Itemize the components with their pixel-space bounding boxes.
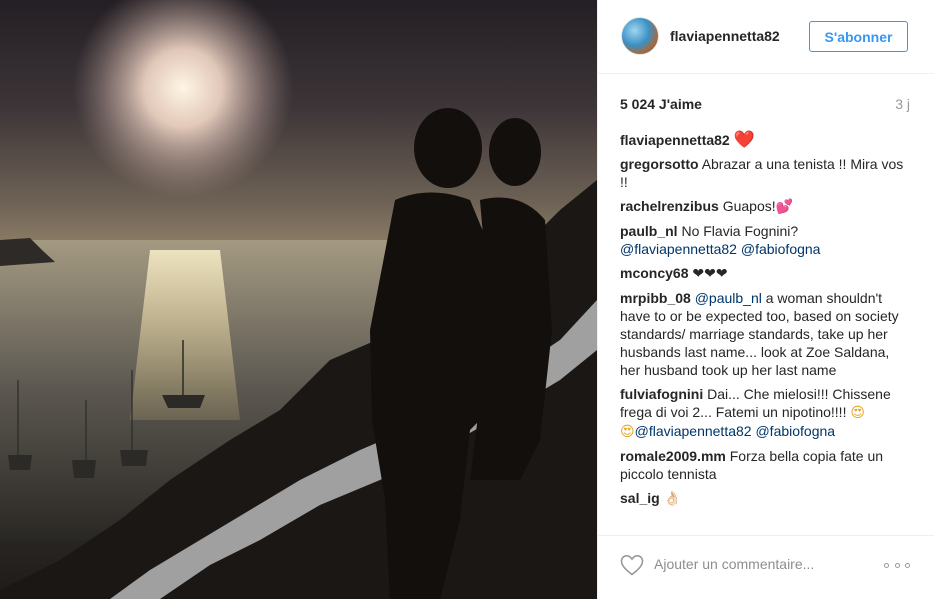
likes-row: 5 024 J'aime 3 j: [620, 96, 910, 114]
dot: [905, 562, 910, 568]
comment-user[interactable]: mconcy68: [620, 265, 688, 281]
heart-eyes-emoji: 😍: [850, 405, 865, 421]
hearts-emoji: ❤❤❤: [692, 266, 728, 282]
comment-item: flaviapennetta82 ❤️: [620, 131, 912, 149]
comment-mention[interactable]: @flaviapennetta82: [620, 241, 737, 257]
comment-text: No Flavia Fognini?: [681, 223, 799, 239]
comments-list: flaviapennetta82 ❤️ gregorsotto Abrazar …: [620, 131, 912, 514]
comment-user[interactable]: gregorsotto: [620, 156, 699, 172]
two-hearts-emoji: 💕: [775, 199, 794, 215]
comment-user[interactable]: paulb_nl: [620, 223, 678, 239]
comment-mention[interactable]: @fabiofogna: [741, 241, 821, 257]
comment-item: mrpibb_08 @paulb_nl a woman shouldn't ha…: [620, 289, 912, 379]
comment-user[interactable]: flaviapennetta82: [620, 132, 730, 148]
likes-count[interactable]: 5 024 J'aime: [620, 96, 702, 112]
photo-scene: [0, 0, 597, 599]
post-photo[interactable]: [0, 0, 597, 599]
dot: [894, 562, 900, 568]
dot: [884, 562, 889, 568]
comment-user[interactable]: sal_ig: [620, 490, 660, 506]
sun: [73, 0, 293, 198]
comment-item: gregorsotto Abrazar a una tenista !! Mir…: [620, 155, 912, 191]
comment-user[interactable]: romale2009.mm: [620, 448, 726, 464]
follow-button[interactable]: S'abonner: [809, 21, 908, 52]
ellipsis-icon[interactable]: [884, 560, 910, 570]
comment-mention[interactable]: @flaviapennetta82: [635, 423, 752, 439]
post-header: flaviapennetta82 S'abonner: [598, 0, 934, 74]
heart-emoji: ❤️: [733, 130, 755, 150]
post-time[interactable]: 3 j: [895, 96, 910, 112]
avatar[interactable]: [621, 17, 659, 55]
comment-text: Guapos!: [722, 198, 776, 214]
header-username[interactable]: flaviapennetta82: [670, 28, 780, 44]
heart-eyes-emoji: 😍: [620, 424, 635, 440]
ok-hand-emoji: 👌🏻: [663, 491, 682, 507]
post-panel: flaviapennetta82 S'abonner 5 024 J'aime …: [597, 0, 934, 599]
comment-user[interactable]: fulviafognini: [620, 386, 703, 402]
heart-outline-icon[interactable]: [620, 554, 644, 576]
comment-item: paulb_nl No Flavia Fognini? @flaviapenne…: [620, 222, 912, 258]
comment-user[interactable]: rachelrenzibus: [620, 198, 719, 214]
comment-item: fulviafognini Dai... Che mielosi!!! Chis…: [620, 385, 912, 441]
comment-item: sal_ig 👌🏻: [620, 489, 912, 508]
comment-input[interactable]: [654, 552, 874, 576]
comment-item: rachelrenzibus Guapos!💕: [620, 197, 912, 216]
comment-mention[interactable]: @paulb_nl: [695, 290, 762, 306]
comment-mention[interactable]: @fabiofogna: [755, 423, 835, 439]
comment-item: romale2009.mm Forza bella copia fate un …: [620, 447, 912, 483]
comment-item: mconcy68 ❤❤❤: [620, 264, 912, 283]
comment-bar: [598, 535, 934, 599]
comment-user[interactable]: mrpibb_08: [620, 290, 691, 306]
